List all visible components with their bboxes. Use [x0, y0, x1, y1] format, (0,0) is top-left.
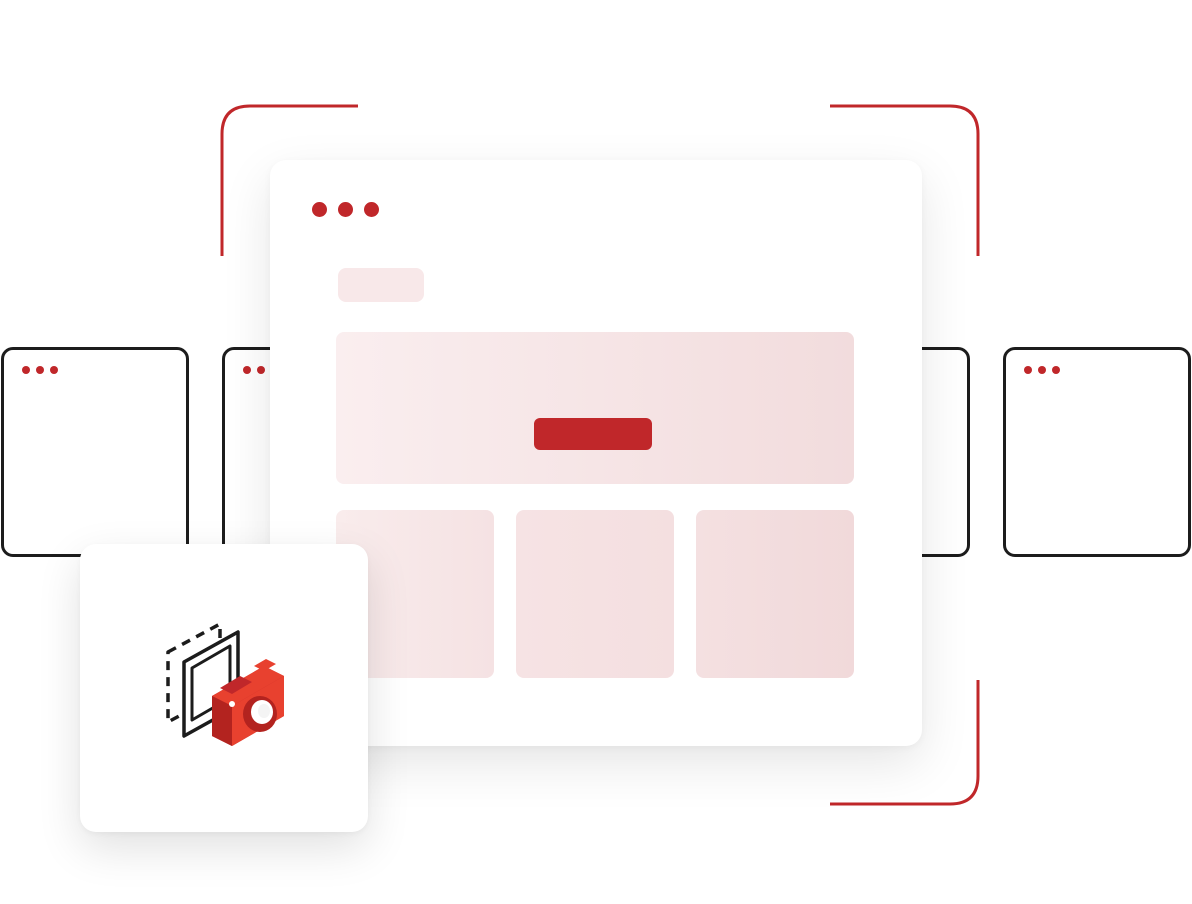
window-far-left [1, 347, 189, 557]
window-dots [1024, 366, 1060, 374]
window-dot [312, 202, 327, 217]
screenshot-card [80, 544, 368, 832]
hero-banner [336, 332, 854, 484]
content-tile-2 [516, 510, 674, 678]
window-dots [22, 366, 58, 374]
window-dot [364, 202, 379, 217]
window-dot [338, 202, 353, 217]
hero-cta-button[interactable] [534, 418, 652, 450]
window-far-right [1003, 347, 1191, 557]
pill-placeholder [338, 268, 424, 302]
screenshot-camera-icon [166, 622, 284, 746]
window-controls [312, 202, 379, 217]
content-tile-3 [696, 510, 854, 678]
